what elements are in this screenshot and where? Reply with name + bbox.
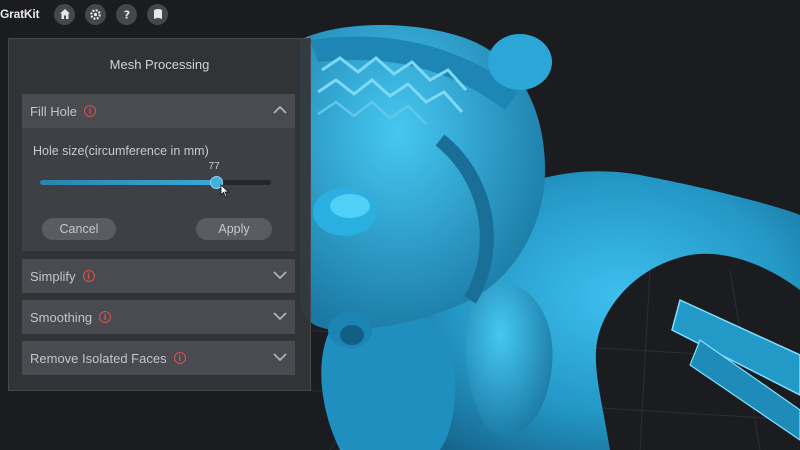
panel-title: Mesh Processing — [109, 57, 210, 72]
info-icon[interactable]: i — [83, 105, 96, 117]
smoothing-label: Smoothing — [30, 309, 93, 325]
fill-hole-header[interactable]: Fill Hole i — [22, 94, 295, 128]
info-icon[interactable]: i — [173, 352, 186, 364]
hole-size-slider[interactable]: 77 — [40, 161, 271, 198]
settings-button[interactable] — [85, 3, 106, 25]
slider-fill — [40, 180, 216, 185]
remove-isolated-faces-label: Remove Isolated Faces — [30, 350, 167, 366]
simplify-label: Simplify — [30, 268, 76, 284]
simplify-header[interactable]: Simplify i — [22, 259, 295, 293]
chevron-down-icon[interactable] — [273, 270, 287, 280]
app-logo: GratKit — [0, 7, 40, 21]
info-icon[interactable]: i — [82, 270, 95, 282]
help-button[interactable]: ? — [116, 3, 137, 25]
chevron-down-icon[interactable] — [273, 311, 287, 321]
fill-hole-label: Fill Hole — [30, 103, 77, 119]
fill-hole-body: Hole size(circumference in mm) 77 Cancel… — [22, 128, 295, 251]
smoothing-section[interactable]: Smoothing i — [22, 300, 295, 334]
home-icon — [59, 9, 70, 19]
remove-isolated-faces-header[interactable]: Remove Isolated Faces i — [22, 341, 295, 375]
apply-button[interactable]: Apply — [196, 218, 272, 240]
slider-value: 77 — [208, 161, 220, 172]
chevron-down-icon[interactable] — [273, 352, 287, 362]
mouse-cursor-icon — [220, 184, 230, 198]
fill-hole-section: Fill Hole i Hole size(circumference in m… — [22, 94, 295, 251]
top-toolbar: GratKit ? — [0, 0, 168, 28]
svg-text:?: ? — [123, 9, 129, 21]
hole-size-label: Hole size(circumference in mm) — [33, 144, 209, 158]
home-button[interactable] — [54, 3, 75, 25]
smoothing-header[interactable]: Smoothing i — [22, 300, 295, 334]
remove-isolated-faces-section[interactable]: Remove Isolated Faces i — [22, 341, 295, 375]
help-icon: ? — [123, 9, 129, 21]
settings-icon — [90, 8, 101, 20]
mesh-processing-panel: Mesh Processing Fill Hole i Hole size(ci… — [8, 38, 311, 391]
simplify-section[interactable]: Simplify i — [22, 259, 295, 293]
book-icon — [153, 9, 162, 19]
info-icon[interactable]: i — [99, 311, 112, 323]
manual-button[interactable] — [147, 3, 168, 25]
chevron-up-icon[interactable] — [273, 105, 287, 115]
cancel-button[interactable]: Cancel — [42, 218, 116, 240]
